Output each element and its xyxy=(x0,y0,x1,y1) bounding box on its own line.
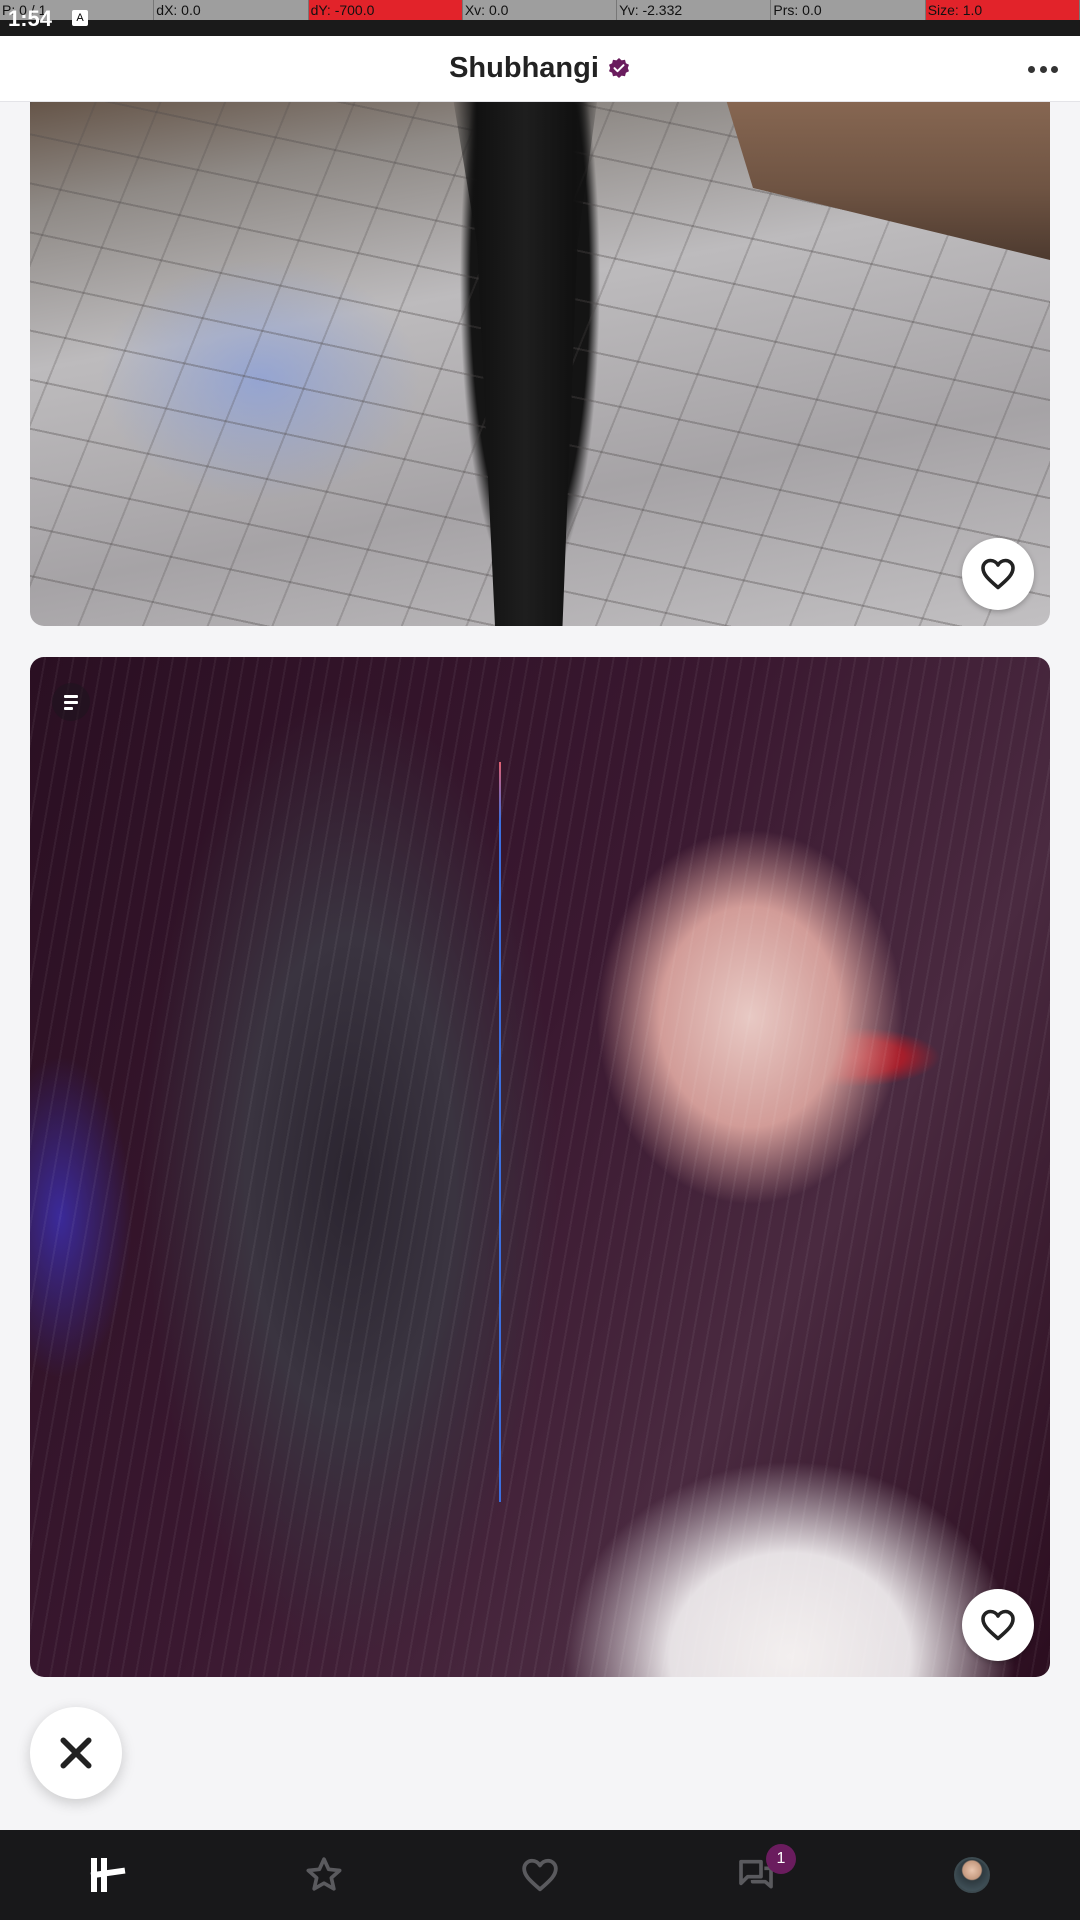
bottom-navigation: 1 xyxy=(0,1830,1080,1920)
text-lines-icon[interactable] xyxy=(52,683,90,721)
close-x-icon xyxy=(60,1737,92,1769)
heart-outline-icon xyxy=(981,558,1015,590)
star-outline-icon xyxy=(306,1857,342,1891)
debug-size: Size: 1.0 xyxy=(925,0,1080,20)
text-line xyxy=(64,700,78,704)
like-photo-button[interactable] xyxy=(962,1589,1034,1661)
status-time: 1:54 xyxy=(8,6,53,31)
notification-icon: A xyxy=(72,10,88,26)
nav-matches[interactable]: 1 xyxy=(696,1830,816,1920)
scroll-guide-line xyxy=(499,762,501,1502)
verified-badge-icon xyxy=(608,57,629,78)
hinge-logo-icon xyxy=(90,1858,126,1892)
more-dot xyxy=(1039,65,1047,73)
text-line xyxy=(64,694,78,698)
heart-outline-icon xyxy=(981,1609,1015,1641)
more-dot xyxy=(1051,65,1058,73)
heart-outline-icon xyxy=(522,1858,558,1892)
debug-pressure: Prs: 0.0 xyxy=(771,0,926,20)
nav-likes[interactable] xyxy=(480,1830,600,1920)
like-photo-button[interactable] xyxy=(962,538,1034,610)
profile-name: Shubhangi xyxy=(449,52,599,84)
nav-profile[interactable] xyxy=(912,1830,1032,1920)
debug-yv: Yv: -2.332 xyxy=(617,0,772,20)
profile-header: Shubhangi xyxy=(0,36,1080,102)
photo-texture xyxy=(30,657,1050,1677)
pass-button[interactable] xyxy=(30,1707,122,1799)
more-dot xyxy=(1028,65,1035,73)
debug-dy: dY: -700.0 xyxy=(308,0,463,20)
nav-discover[interactable] xyxy=(48,1830,168,1920)
avatar xyxy=(954,1857,990,1893)
text-line xyxy=(64,706,73,710)
profile-photo-1[interactable] xyxy=(30,80,1050,626)
debug-dx: dX: 0.0 xyxy=(154,0,309,20)
nav-standouts[interactable] xyxy=(264,1830,384,1920)
app-screen: P: 0 / 1 dX: 0.0 dY: -700.0 Xv: 0.0 Yv: … xyxy=(0,0,1080,1920)
pointer-debug-overlay: P: 0 / 1 dX: 0.0 dY: -700.0 Xv: 0.0 Yv: … xyxy=(0,0,1080,20)
profile-photo-2[interactable] xyxy=(30,657,1050,1677)
unread-badge: 1 xyxy=(766,1844,796,1874)
more-options-button[interactable] xyxy=(1028,54,1058,84)
debug-xv: Xv: 0.0 xyxy=(462,0,618,20)
